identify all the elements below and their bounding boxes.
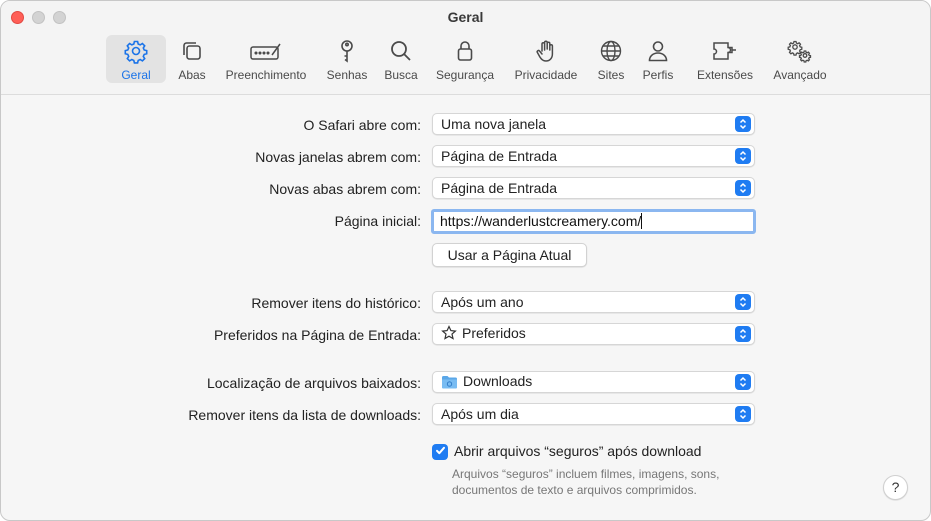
tab-label: Busca (384, 68, 418, 82)
new-tabs-label: Novas abas abrem com: (269, 181, 421, 197)
gears-icon (785, 38, 815, 64)
tab-label: Senhas (326, 68, 368, 82)
window-title: Geral (447, 9, 484, 25)
new-windows-popup[interactable]: Página de Entrada (432, 145, 755, 167)
popup-value: Downloads (441, 373, 735, 392)
preferences-toolbar: Geral Abas Preenchimento Senhas Busca Se… (1, 35, 930, 85)
tab-seguranca[interactable]: Segurança (431, 35, 499, 83)
help-button[interactable]: ? (883, 475, 908, 500)
popup-value: Página de Entrada (441, 148, 557, 164)
chevron-updown-icon (735, 148, 751, 164)
lock-icon (452, 38, 478, 64)
tab-busca[interactable]: Busca (379, 35, 423, 83)
favorites-popup[interactable]: Preferidos (432, 323, 755, 345)
remove-history-label: Remover itens do histórico: (251, 295, 421, 311)
new-tabs-popup[interactable]: Página de Entrada (432, 177, 755, 199)
homepage-label: Página inicial: (334, 213, 421, 229)
folder-icon (441, 375, 458, 392)
titlebar: Geral Geral Abas Preenchimento Senhas Bu… (1, 1, 930, 95)
favorites-label: Preferidos na Página de Entrada: (213, 327, 421, 343)
tab-abas[interactable]: Abas (171, 35, 213, 83)
tab-geral[interactable]: Geral (106, 35, 166, 83)
tab-label: Preenchimento (225, 68, 307, 82)
popup-value: Página de Entrada (441, 180, 557, 196)
star-icon (441, 324, 457, 344)
puzzle-icon (710, 38, 740, 64)
new-windows-label: Novas janelas abrem com: (255, 149, 421, 165)
checkmark-icon (435, 443, 446, 461)
tab-privacidade[interactable]: Privacidade (508, 35, 584, 83)
chevron-updown-icon (735, 406, 751, 422)
tab-label: Extensões (696, 68, 754, 82)
safari-opens-with-popup[interactable]: Uma nova janela (432, 113, 755, 135)
chevron-updown-icon (735, 116, 751, 132)
tab-perfis[interactable]: Perfis (637, 35, 679, 83)
preferences-window: Geral Geral Abas Preenchimento Senhas Bu… (0, 0, 931, 521)
tab-label: Segurança (435, 68, 495, 82)
use-current-page-button[interactable]: Usar a Página Atual (432, 243, 587, 267)
popup-value: Após um ano (441, 294, 524, 310)
chevron-updown-icon (735, 180, 751, 196)
homepage-value: https://wanderlustcreamery.com/ (440, 213, 642, 229)
safe-files-note: Arquivos “seguros” incluem filmes, image… (452, 467, 720, 497)
chevron-updown-icon (735, 374, 751, 390)
tab-label: Perfis (642, 68, 674, 82)
tab-extensoes[interactable]: Extensões (691, 35, 759, 83)
remove-downloads-popup[interactable]: Após um dia (432, 403, 755, 425)
popup-value: Preferidos (441, 325, 735, 344)
tab-preenchimento[interactable]: Preenchimento (219, 35, 313, 83)
tab-senhas[interactable]: Senhas (321, 35, 373, 83)
popup-value: Após um dia (441, 406, 519, 422)
download-location-label: Localização de arquivos baixados: (206, 375, 421, 391)
key-icon (334, 38, 360, 64)
tab-sites[interactable]: Sites (591, 35, 631, 83)
text-caret (641, 213, 643, 229)
popup-value: Uma nova janela (441, 116, 547, 132)
tabs-icon (179, 38, 205, 64)
general-settings-panel: O Safari abre com: Uma nova janela Novas… (1, 96, 930, 520)
remove-downloads-label: Remover itens da lista de downloads: (188, 407, 421, 423)
tab-label: Geral (121, 68, 151, 82)
hand-icon (533, 38, 559, 64)
safari-opens-with-label: O Safari abre com: (303, 117, 422, 133)
globe-icon (598, 38, 624, 64)
tab-avancado[interactable]: Avançado (767, 35, 833, 83)
tab-label: Privacidade (514, 68, 578, 82)
tab-label: Avançado (773, 68, 827, 82)
download-location-value-text: Downloads (463, 372, 533, 389)
person-icon (645, 38, 671, 64)
download-location-popup[interactable]: Downloads (432, 371, 755, 393)
autofill-icon (248, 38, 284, 64)
open-safe-files-label[interactable]: Abrir arquivos “seguros” após download (454, 443, 701, 459)
favorites-value-text: Preferidos (462, 324, 526, 341)
tab-label: Abas (178, 68, 206, 82)
chevron-updown-icon (735, 294, 751, 310)
homepage-input[interactable]: https://wanderlustcreamery.com/ (431, 209, 756, 234)
tab-label: Sites (597, 68, 625, 82)
open-safe-files-checkbox[interactable] (432, 444, 448, 460)
remove-history-popup[interactable]: Após um ano (432, 291, 755, 313)
chevron-updown-icon (735, 326, 751, 342)
search-icon (388, 38, 414, 64)
gear-icon (123, 38, 149, 64)
